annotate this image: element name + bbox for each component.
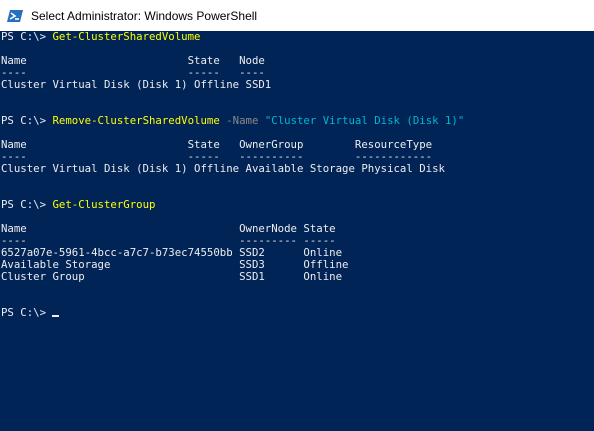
- text-cursor: [52, 315, 60, 317]
- parameter-name: -Name: [219, 114, 265, 127]
- prompt: PS C:\>: [1, 114, 53, 127]
- command-get-clustergroup: Get-ClusterGroup: [52, 198, 156, 211]
- prompt-line-current[interactable]: PS C:\>: [0, 307, 594, 319]
- prompt-line-1: PS C:\> Get-ClusterSharedVolume: [0, 31, 594, 43]
- console-area[interactable]: PS C:\> Get-ClusterSharedVolume Name Sta…: [0, 31, 594, 431]
- prompt: PS C:\>: [1, 306, 53, 319]
- prompt-line-2: PS C:\> Remove-ClusterSharedVolume -Name…: [0, 115, 594, 127]
- prompt: PS C:\>: [1, 198, 53, 211]
- prompt: PS C:\>: [1, 31, 53, 43]
- command-get-clustersharedvolume: Get-ClusterSharedVolume: [52, 31, 201, 43]
- command-remove-clustersharedvolume: Remove-ClusterSharedVolume: [52, 114, 220, 127]
- powershell-window: Select Administrator: Windows PowerShell…: [0, 0, 594, 431]
- powershell-icon: [7, 9, 23, 22]
- output-row: Cluster Group SSD1 Online: [1, 270, 343, 283]
- output-row: Cluster Virtual Disk (Disk 1) Offline Av…: [1, 162, 445, 175]
- parameter-value: "Cluster Virtual Disk (Disk 1)": [264, 114, 465, 127]
- title-bar[interactable]: Select Administrator: Windows PowerShell: [0, 0, 594, 31]
- window-title: Select Administrator: Windows PowerShell: [31, 8, 258, 23]
- prompt-line-3: PS C:\> Get-ClusterGroup: [0, 199, 594, 211]
- output-row: Cluster Virtual Disk (Disk 1) Offline SS…: [1, 78, 272, 91]
